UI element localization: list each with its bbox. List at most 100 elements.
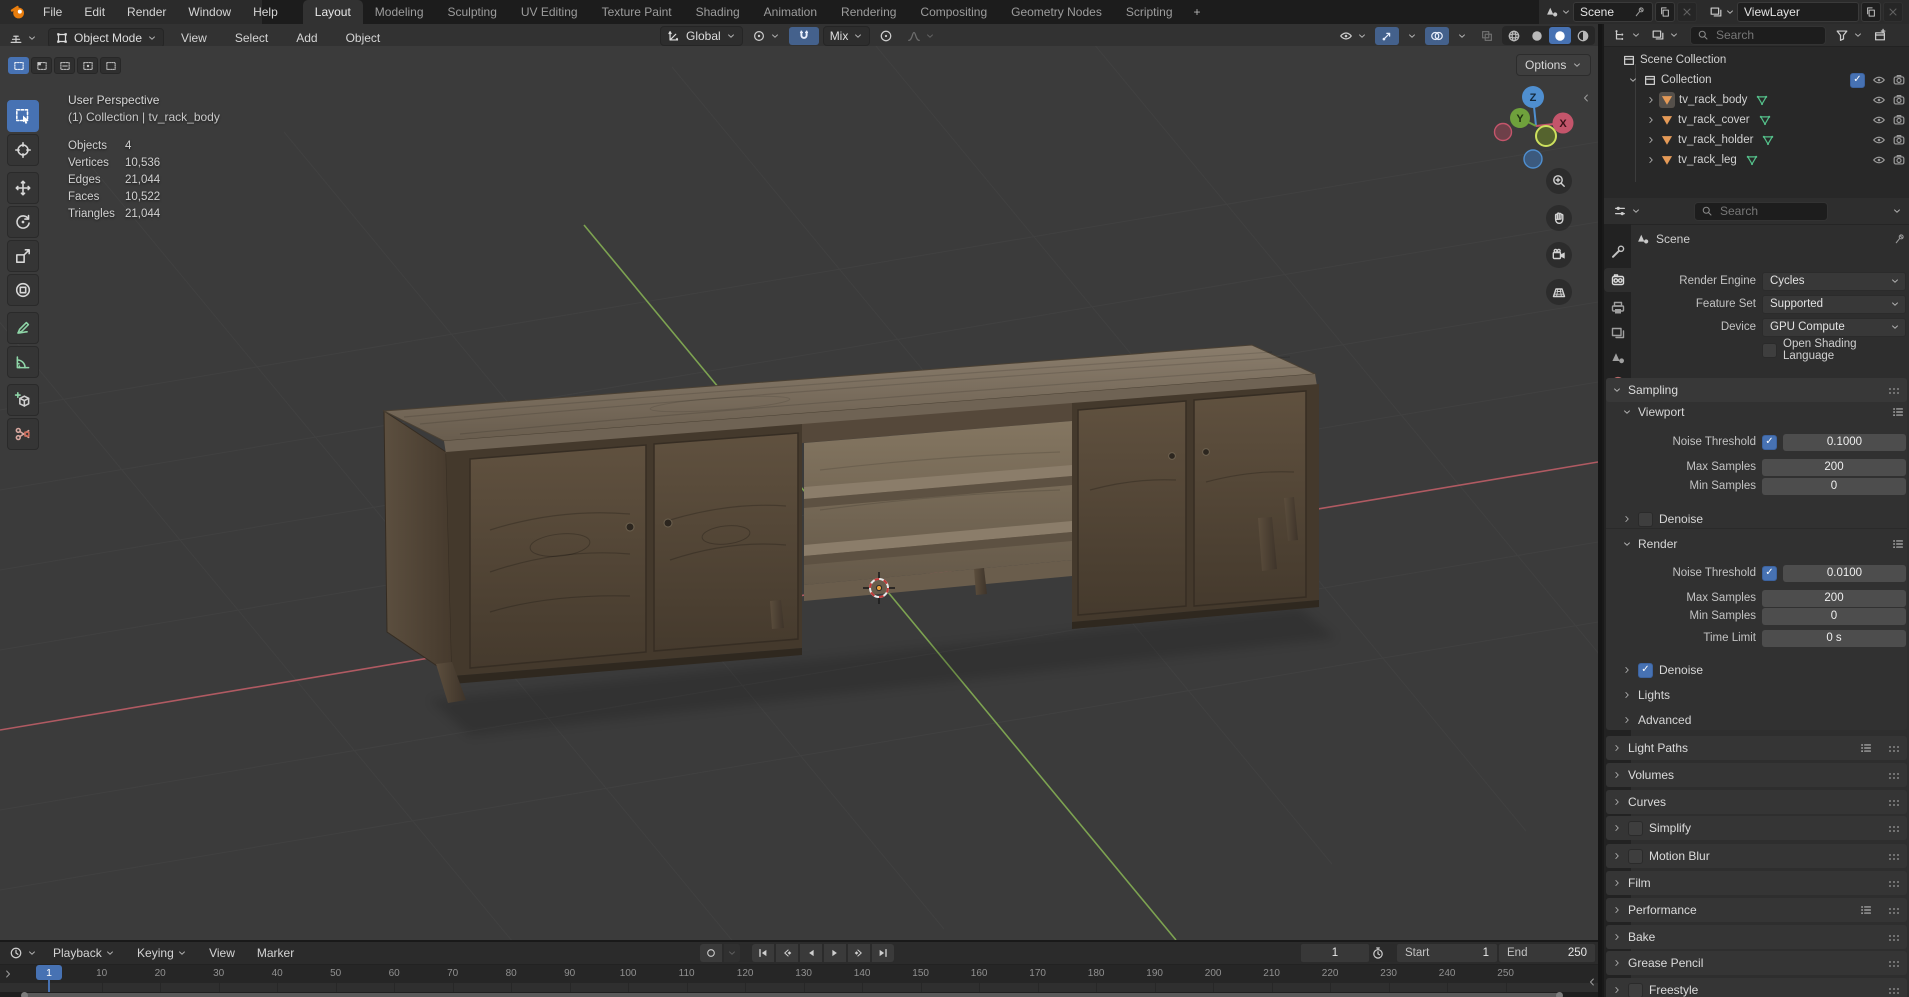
tool-move[interactable] (7, 172, 39, 204)
play-button[interactable] (824, 944, 846, 962)
max-samples-field[interactable]: 200 (1762, 589, 1906, 607)
options-dropdown[interactable]: Options (1516, 54, 1592, 76)
panel-drag-grip[interactable] (1887, 932, 1901, 942)
select-mode-new-button[interactable] (8, 57, 29, 74)
menu-help[interactable]: Help (242, 0, 289, 24)
add-workspace-button[interactable]: + (1185, 0, 1210, 24)
preset-icon[interactable] (1859, 903, 1873, 917)
tab-render[interactable] (1604, 268, 1631, 292)
frame-start-field[interactable]: Start 1 (1396, 943, 1498, 963)
outliner-filter-button[interactable] (1830, 26, 1868, 44)
tab-rendering[interactable]: Rendering (829, 0, 908, 24)
menu-render[interactable]: Render (116, 0, 177, 24)
menu-window[interactable]: Window (177, 0, 242, 24)
timeline-scrollbar-trough[interactable] (0, 992, 1598, 997)
outliner-search[interactable] (1690, 25, 1826, 45)
expand-arrow-icon[interactable] (1646, 155, 1656, 165)
outliner-row-scene-collection[interactable]: Scene Collection (1604, 50, 1909, 70)
gizmo-minus-y-axis[interactable] (1535, 125, 1557, 147)
scrollbar-right-handle[interactable] (1556, 992, 1563, 997)
tab-sculpting[interactable]: Sculpting (436, 0, 509, 24)
proportional-editing-toggle[interactable] (874, 27, 898, 45)
mode-dropdown[interactable]: Object Mode (48, 28, 165, 48)
snap-toggle[interactable] (788, 27, 819, 45)
properties-search-input[interactable] (1718, 203, 1812, 219)
camera-view-button[interactable] (1546, 242, 1572, 268)
chevron-down-icon[interactable] (1561, 7, 1571, 17)
panel-film[interactable]: Film (1606, 871, 1907, 895)
hide-eye-icon[interactable] (1872, 113, 1886, 127)
play-reverse-button[interactable] (800, 944, 822, 962)
panel-drag-grip[interactable] (1887, 958, 1901, 968)
panel-drag-grip[interactable] (1887, 770, 1901, 780)
render-denoise-row[interactable]: Denoise (1622, 660, 1905, 680)
current-frame-marker[interactable]: 1 (36, 965, 62, 980)
jump-to-end-button[interactable] (872, 944, 894, 962)
gizmos-dropdown[interactable] (1402, 27, 1422, 45)
outliner-row-collection[interactable]: Collection (1604, 70, 1909, 90)
select-mode-invert-button[interactable] (77, 57, 98, 74)
tool-transform[interactable] (7, 274, 39, 306)
advanced-subpanel[interactable]: Advanced (1622, 710, 1905, 730)
noise-threshold-checkbox[interactable] (1762, 434, 1777, 450)
select-mode-extend-button[interactable] (31, 57, 52, 74)
outliner-row-object[interactable]: tv_rack_cover (1604, 110, 1909, 130)
lights-subpanel[interactable]: Lights (1622, 685, 1905, 705)
tab-uv-editing[interactable]: UV Editing (509, 0, 590, 24)
timeline-scrollbar[interactable] (21, 992, 1563, 997)
panel-sampling-header[interactable]: Sampling (1606, 378, 1907, 402)
panel-performance[interactable]: Performance (1606, 898, 1907, 922)
chevron-down-icon[interactable] (1725, 7, 1735, 17)
timeline-editor-type-button[interactable] (4, 944, 42, 962)
render-camera-icon[interactable] (1892, 133, 1906, 147)
navigation-gizmo[interactable]: Z Y X (1486, 76, 1586, 176)
viewport-denoise-checkbox[interactable] (1638, 511, 1653, 527)
noise-threshold-checkbox[interactable] (1762, 565, 1777, 581)
overlays-dropdown[interactable] (1452, 27, 1472, 45)
tab-geometry-nodes[interactable]: Geometry Nodes (999, 0, 1114, 24)
panel-motion-blur[interactable]: Motion Blur (1606, 844, 1907, 868)
expand-arrow-icon[interactable] (1646, 135, 1656, 145)
freestyle-checkbox[interactable] (1628, 982, 1643, 997)
preset-icon[interactable] (1859, 741, 1873, 755)
panel-volumes[interactable]: Volumes (1606, 763, 1907, 787)
pivot-point-dropdown[interactable] (747, 27, 785, 45)
object-visibility-dropdown[interactable] (1334, 27, 1372, 45)
feature-set-dropdown[interactable]: Supported (1762, 294, 1906, 314)
tab-texture-paint[interactable]: Texture Paint (590, 0, 684, 24)
frame-end-field[interactable]: End 250 (1498, 943, 1596, 963)
menu-marker[interactable]: Marker (246, 942, 305, 964)
menu-file[interactable]: File (32, 0, 73, 24)
timeline-ruler[interactable]: 10 20 30 40 50 60 70 80 90 100 110 120 130 140 150 160 1… (0, 964, 1598, 984)
properties-search[interactable] (1694, 201, 1828, 221)
current-frame-field[interactable]: 1 (1300, 943, 1370, 963)
auto-key-button[interactable] (700, 944, 722, 962)
outliner-row-object[interactable]: tv_rack_body (1604, 90, 1909, 110)
panel-grease-pencil[interactable]: Grease Pencil (1606, 951, 1907, 975)
render-engine-dropdown[interactable]: Cycles (1762, 271, 1906, 291)
panel-collapse-arrow[interactable] (1586, 976, 1598, 988)
panel-freestyle[interactable]: Freestyle (1606, 978, 1907, 997)
expand-arrow-icon[interactable] (1646, 95, 1656, 105)
panel-drag-grip[interactable] (1887, 878, 1901, 888)
shading-wireframe-button[interactable] (1503, 27, 1525, 44)
expand-arrow-icon[interactable] (1628, 75, 1638, 85)
panel-drag-grip[interactable] (1887, 851, 1901, 861)
panel-curves[interactable]: Curves (1606, 790, 1907, 814)
overlays-toggle[interactable] (1425, 26, 1449, 45)
subpanel-render-header[interactable]: Render (1622, 534, 1905, 554)
tool-measure[interactable] (7, 346, 39, 378)
menu-view[interactable]: View (198, 942, 246, 964)
motion-blur-checkbox[interactable] (1628, 848, 1643, 864)
preset-icon[interactable] (1891, 537, 1905, 551)
hide-eye-icon[interactable] (1872, 133, 1886, 147)
zoom-button[interactable] (1546, 168, 1572, 194)
hide-eye-icon[interactable] (1872, 73, 1886, 87)
render-denoise-checkbox[interactable] (1638, 662, 1653, 678)
noise-threshold-field[interactable]: 0.1000 (1783, 433, 1906, 451)
viewport-3d[interactable]: User Perspective (1) Collection | tv_rac… (0, 46, 1598, 940)
tab-view-layer[interactable] (1604, 321, 1631, 345)
proportional-falloff-dropdown[interactable] (902, 27, 940, 45)
tool-add-cube[interactable] (7, 384, 39, 416)
tab-layout[interactable]: Layout (302, 0, 363, 24)
